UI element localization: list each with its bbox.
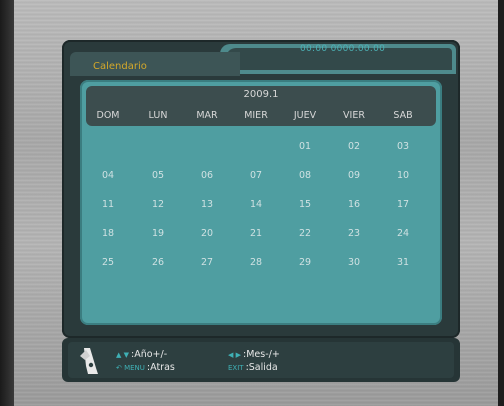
calendar-day[interactable]: 26: [143, 257, 173, 268]
weekday-dom: DOM: [96, 110, 120, 121]
calendar-day[interactable]: 14: [241, 199, 271, 210]
calendar-day[interactable]: 09: [339, 170, 369, 181]
calendar-day[interactable]: 04: [93, 170, 123, 181]
menu-back-icon: ↶ MENU: [116, 364, 145, 372]
page-title: Calendario: [93, 61, 147, 72]
calendar-day[interactable]: 03: [388, 141, 418, 152]
calendar-day[interactable]: 17: [388, 199, 418, 210]
calendar-day[interactable]: 13: [192, 199, 222, 210]
calendar-day[interactable]: 28: [241, 257, 271, 268]
calendar-day[interactable]: 21: [241, 228, 271, 239]
weekday-header-row: DOM LUN MAR MIER JUEV VIER SAB: [86, 110, 436, 126]
calendar-day[interactable]: 25: [93, 257, 123, 268]
clock-display: 00:00 0000.00.00: [300, 44, 386, 54]
calendar-day[interactable]: 16: [339, 199, 369, 210]
calendar-day[interactable]: 24: [388, 228, 418, 239]
calendar-day[interactable]: 22: [290, 228, 320, 239]
calendar-day[interactable]: 06: [192, 170, 222, 181]
right-edge: [498, 0, 504, 406]
calendar-day[interactable]: 12: [143, 199, 173, 210]
help-month-label: :Mes-/+: [243, 349, 280, 360]
calendar-day[interactable]: 11: [93, 199, 123, 210]
weekday-lun: LUN: [148, 110, 168, 121]
help-back-label: :Atras: [146, 362, 175, 373]
calendar-day[interactable]: 23: [339, 228, 369, 239]
weekday-mar: MAR: [196, 110, 218, 121]
calendar-day[interactable]: 07: [241, 170, 271, 181]
calendar-day[interactable]: 27: [192, 257, 222, 268]
calendar-day[interactable]: 15: [290, 199, 320, 210]
calendar-day[interactable]: 02: [339, 141, 369, 152]
calendar-day[interactable]: 30: [339, 257, 369, 268]
year-month-label: 2009.1: [243, 89, 279, 100]
calendar-day[interactable]: 18: [93, 228, 123, 239]
remote-control-icon: [76, 346, 102, 376]
left-right-arrow-icon: ◀ ▶: [228, 351, 241, 359]
help-month: ◀ ▶:Mes-/+: [228, 349, 280, 360]
help-year: ▲ ▼:Año+/-: [116, 349, 167, 360]
weekday-mier: MIER: [244, 110, 268, 121]
exit-key-label: EXIT: [228, 364, 244, 372]
weekday-vier: VIER: [343, 110, 365, 121]
calendar-day[interactable]: 01: [290, 141, 320, 152]
help-year-label: :Año+/-: [131, 349, 168, 360]
help-back: ↶ MENU:Atras: [116, 362, 175, 373]
calendar-day[interactable]: 19: [143, 228, 173, 239]
calendar-day[interactable]: 08: [290, 170, 320, 181]
up-down-arrow-icon: ▲ ▼: [116, 351, 129, 359]
left-edge: [0, 0, 14, 406]
weekday-sab: SAB: [393, 110, 413, 121]
calendar-day[interactable]: 05: [143, 170, 173, 181]
calendar-day[interactable]: 10: [388, 170, 418, 181]
calendar-day[interactable]: 29: [290, 257, 320, 268]
help-exit-label: :Salida: [245, 362, 278, 373]
weekday-juev: JUEV: [293, 110, 317, 121]
calendar-day[interactable]: 20: [192, 228, 222, 239]
calendar-day[interactable]: 31: [388, 257, 418, 268]
help-exit: EXIT:Salida: [228, 362, 278, 373]
